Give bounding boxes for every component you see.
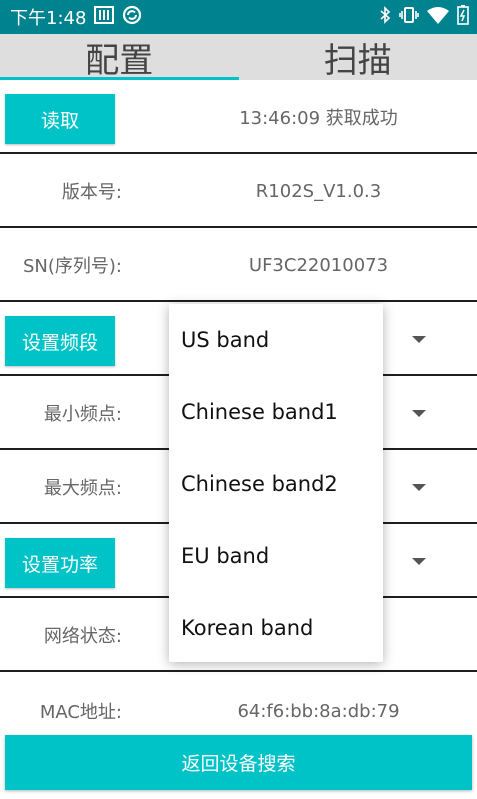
sn-label: SN(序列号): (23, 256, 122, 277)
tab-config[interactable]: 配置 (0, 34, 239, 81)
read-status: 13:46:09 获取成功 (239, 108, 398, 129)
min-freq-label: 最小频点: (43, 404, 122, 425)
band-option-us[interactable]: US band (169, 304, 383, 376)
sn-row: SN(序列号): UF3C22010073 (0, 229, 477, 302)
wifi-icon (427, 6, 449, 28)
band-option-chinese2[interactable]: Chinese band2 (169, 448, 383, 520)
barcode-icon (94, 6, 115, 28)
power-dropdown-caret-icon[interactable] (412, 558, 426, 565)
set-power-button[interactable]: 设置功率 (5, 538, 115, 588)
read-button[interactable]: 读取 (5, 94, 115, 144)
band-option-eu[interactable]: EU band (169, 520, 383, 592)
tab-bar: 配置 扫描 (0, 34, 477, 81)
vibrate-icon (399, 7, 419, 27)
max-freq-dropdown-caret-icon[interactable] (412, 484, 426, 491)
bluetooth-icon (379, 6, 391, 28)
band-dropdown-caret-icon[interactable] (412, 336, 426, 343)
status-bar: 下午1:48 (0, 0, 477, 34)
version-value: R102S_V1.0.3 (255, 180, 382, 202)
band-option-chinese1[interactable]: Chinese band1 (169, 376, 383, 448)
band-option-korean[interactable]: Korean band (169, 592, 383, 664)
max-freq-label: 最大频点: (43, 478, 122, 499)
set-band-button[interactable]: 设置频段 (5, 316, 115, 366)
mac-row: MAC地址: 64:f6:bb:8a:db:79 (0, 673, 477, 735)
sn-value: UF3C22010073 (248, 254, 389, 276)
version-row: 版本号: R102S_V1.0.3 (0, 155, 477, 228)
status-time: 下午1:48 (10, 8, 87, 29)
battery-icon (457, 5, 469, 29)
tab-scan[interactable]: 扫描 (239, 34, 477, 81)
version-label: 版本号: (61, 182, 122, 203)
band-dropdown-menu: US band Chinese band1 Chinese band2 EU b… (169, 304, 383, 662)
network-label: 网络状态: (43, 626, 122, 647)
back-to-device-search-button[interactable]: 返回设备搜索 (5, 735, 472, 790)
min-freq-dropdown-caret-icon[interactable] (412, 410, 426, 417)
read-row: 读取 13:46:09 获取成功 (0, 81, 477, 154)
sync-icon (122, 5, 142, 29)
